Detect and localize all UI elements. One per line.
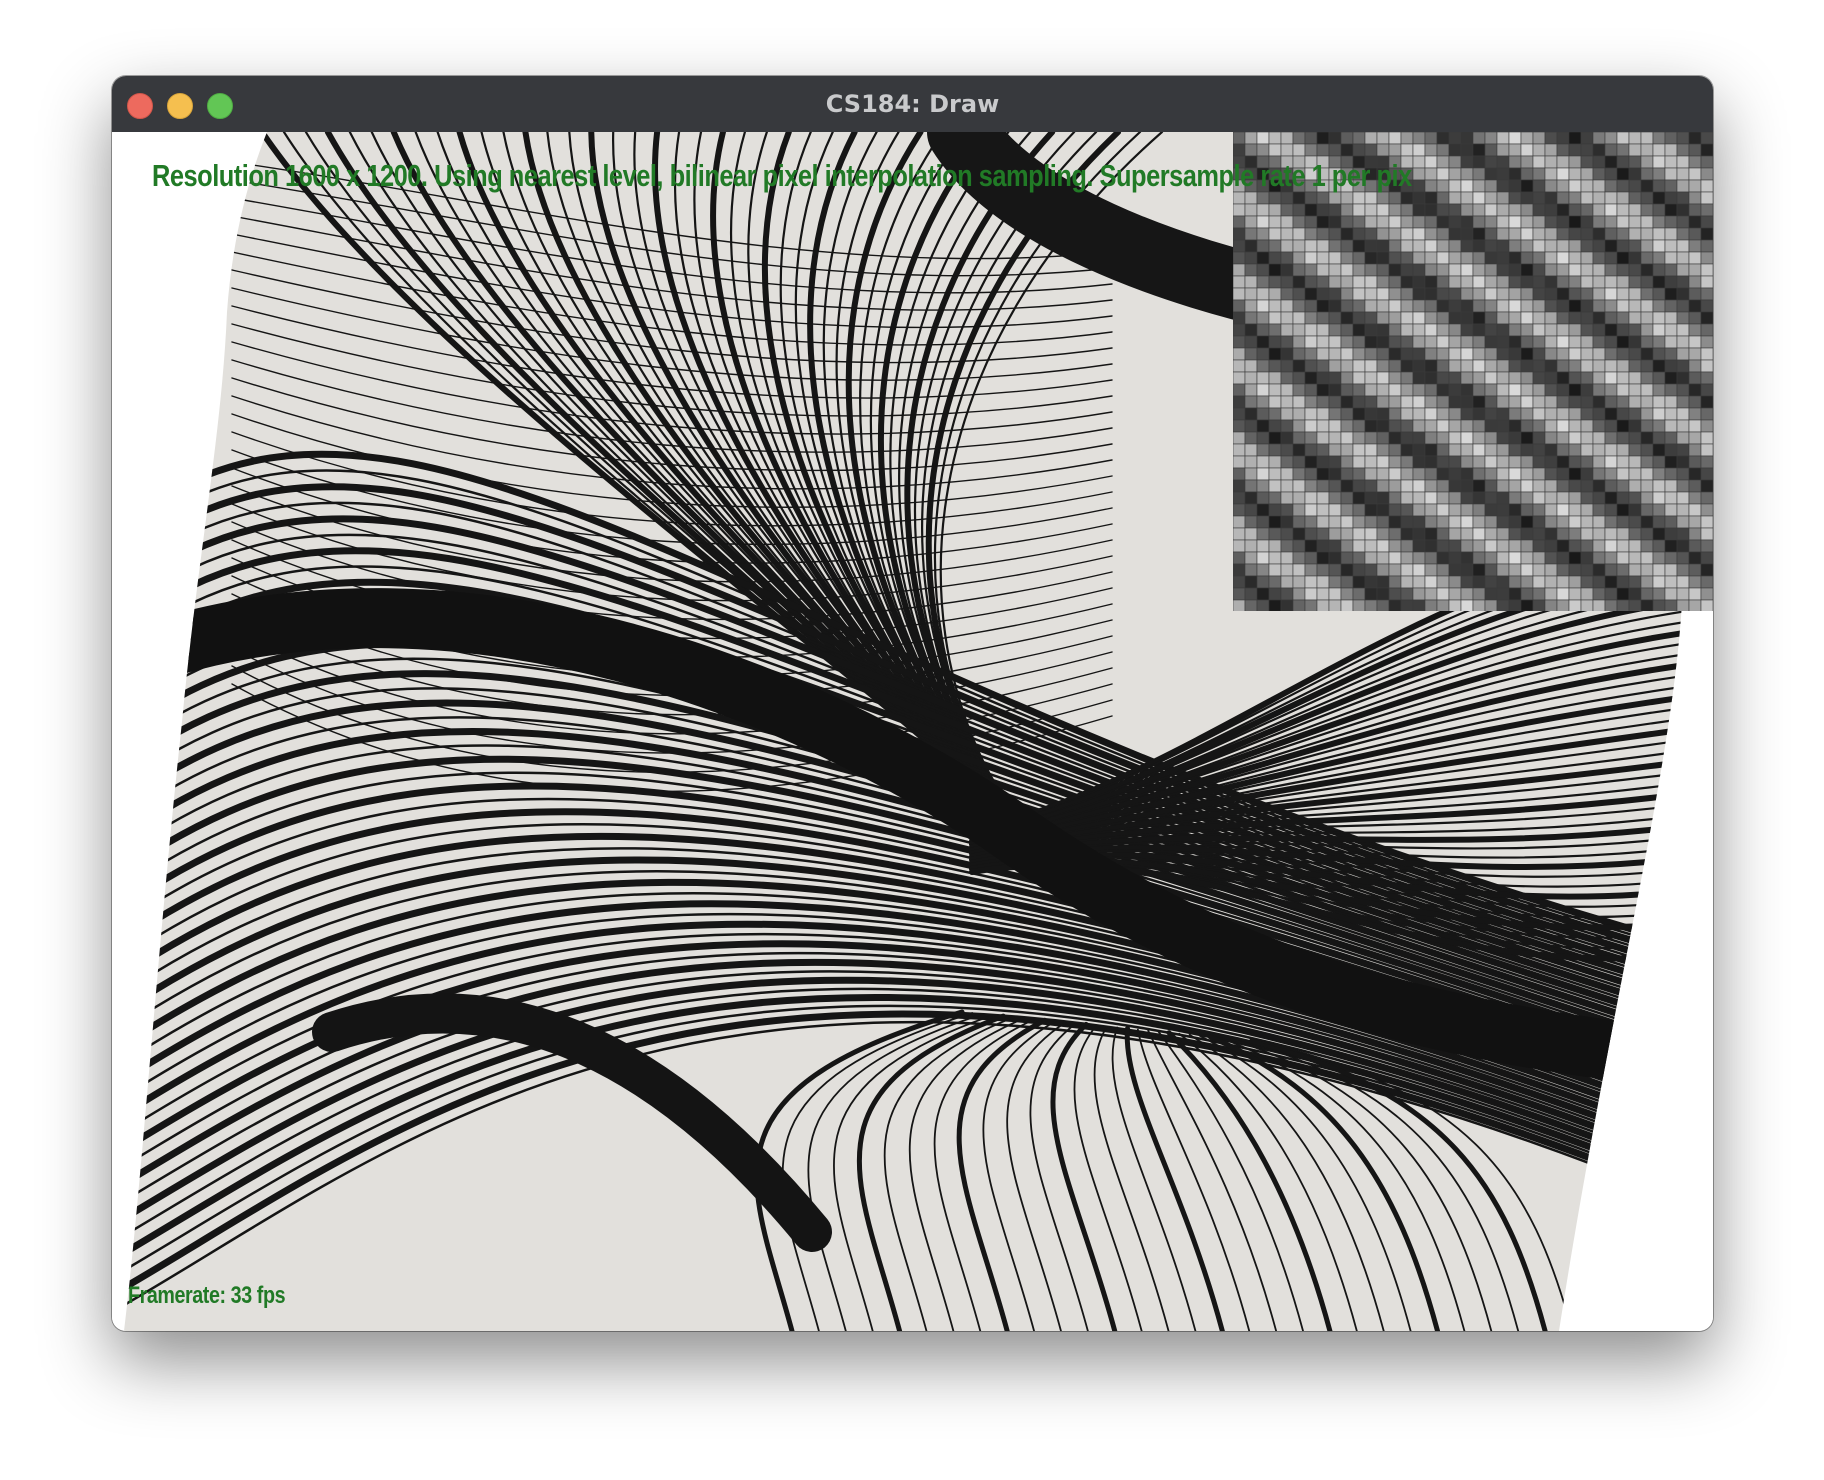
status-text: Resolution 1600 x 1200. Using nearest le… <box>152 158 1412 193</box>
render-canvas[interactable]: Resolution 1600 x 1200. Using nearest le… <box>112 132 1713 1331</box>
title-bar[interactable]: CS184: Draw <box>112 76 1713 133</box>
app-window: CS184: Draw Resolution 1600 x 1200. Usin… <box>112 76 1713 1331</box>
zoom-inset <box>1233 132 1713 611</box>
framerate-text: Framerate: 33 fps <box>128 1282 286 1309</box>
window-title: CS184: Draw <box>825 90 1000 118</box>
